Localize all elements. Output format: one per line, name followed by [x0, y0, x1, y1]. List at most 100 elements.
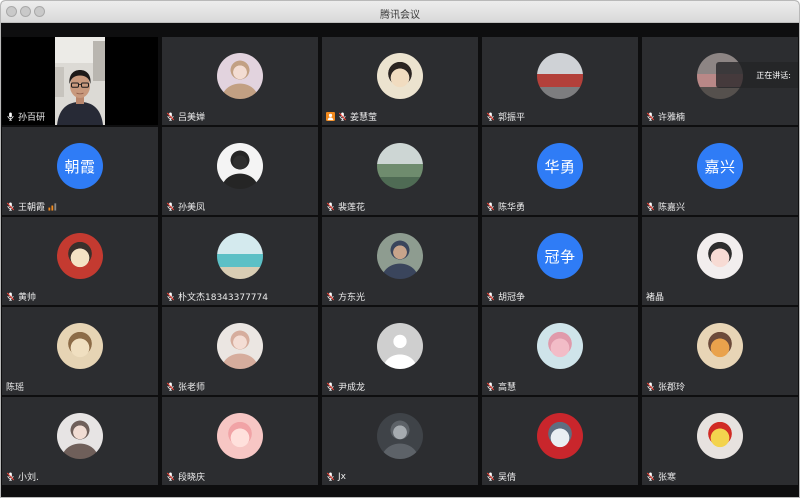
participant-name: 小刘. — [18, 473, 39, 483]
name-label: 高慧 — [486, 381, 517, 393]
participant-name: 方东光 — [338, 293, 366, 303]
portrait-photo-avatar — [217, 53, 263, 99]
landscape-photo-avatar — [217, 233, 263, 279]
landscape-photo-avatar — [377, 143, 423, 189]
name-label: 陈瑶 — [6, 381, 25, 393]
participant-name: 陈瑶 — [6, 383, 25, 393]
participant-tile[interactable]: 郭振平 — [482, 37, 638, 125]
participant-tile[interactable]: 张郡玲 — [642, 307, 798, 395]
participant-name: 段晓庆 — [178, 473, 206, 483]
initials-avatar: 朝霞 — [57, 143, 103, 189]
participant-name: 吴倩 — [498, 473, 517, 483]
cartoon-avatar — [377, 53, 423, 99]
name-label: 张寒 — [646, 471, 676, 483]
name-label: 王朝霞 — [6, 201, 57, 213]
mic-muted-icon — [646, 112, 655, 121]
participant-name: 裴莲花 — [338, 203, 366, 213]
participant-tile[interactable]: 朴文杰18343377774 — [162, 217, 318, 305]
mic-muted-icon — [326, 202, 335, 211]
participant-name: 黄帅 — [18, 293, 37, 303]
participant-name: 高慧 — [498, 383, 517, 393]
mic-muted-icon — [486, 382, 495, 391]
name-label: 陈嘉兴 — [646, 201, 685, 213]
participant-tile[interactable]: 段晓庆 — [162, 397, 318, 485]
participant-name: 陈华勇 — [498, 203, 526, 213]
participant-name: 许雅楠 — [658, 113, 686, 123]
participant-tile[interactable]: 华勇陈华勇 — [482, 127, 638, 215]
portrait-photo-avatar — [217, 323, 263, 369]
initials-avatar: 华勇 — [537, 143, 583, 189]
video-grid: 孙百研 吕美婵 姜慧莹 郭振平 许雅楠 朝霞 王朝霞 孙美凤 裴莲花 华勇 陈华勇 嘉兴 陈嘉兴 黄帅 朴文… — [2, 37, 798, 485]
mic-muted-icon — [486, 292, 495, 301]
mic-muted-icon — [166, 472, 175, 481]
name-label: 郭振平 — [486, 111, 525, 123]
cartoon-avatar — [537, 323, 583, 369]
mic-icon — [6, 112, 15, 121]
portrait-photo-avatar — [377, 233, 423, 279]
cartoon-avatar — [697, 323, 743, 369]
participant-tile[interactable]: 张寒 — [642, 397, 798, 485]
participant-tile[interactable]: 吕美婵 — [162, 37, 318, 125]
name-label: 张老师 — [166, 381, 206, 393]
participant-name: 张老师 — [178, 383, 206, 393]
mic-muted-icon — [6, 292, 15, 301]
initials-avatar: 冠争 — [537, 233, 583, 279]
participant-tile[interactable]: 嘉兴 陈嘉兴 — [642, 127, 798, 215]
participant-name: 吕美婵 — [178, 113, 206, 123]
participant-name: 王朝霞 — [18, 203, 46, 213]
participant-tile[interactable]: 冠争 胡冠争 — [482, 217, 638, 305]
mic-muted-icon — [326, 292, 335, 301]
participant-tile[interactable]: Jx — [322, 397, 478, 485]
participant-tile[interactable]: 高慧 — [482, 307, 638, 395]
participant-tile[interactable]: 吴倩 — [482, 397, 638, 485]
host-icon — [326, 112, 335, 121]
portrait-photo-avatar — [57, 413, 103, 459]
cartoon-avatar — [697, 233, 743, 279]
name-label: 褚晶 — [646, 291, 665, 303]
mic-muted-icon — [166, 292, 175, 301]
portrait-photo-avatar — [217, 143, 263, 189]
name-label: 吴倩 — [486, 471, 517, 483]
mic-muted-icon — [6, 472, 15, 481]
participant-name: 孙百研 — [18, 113, 46, 123]
participant-tile[interactable]: 陈瑶 — [2, 307, 158, 395]
participant-tile[interactable]: 小刘. — [2, 397, 158, 485]
participant-tile[interactable]: 黄帅 — [2, 217, 158, 305]
initials-avatar: 嘉兴 — [697, 143, 743, 189]
window-title: 腾讯会议 — [380, 10, 420, 21]
cartoon-avatar — [537, 413, 583, 459]
name-label: 孙百研 — [6, 111, 46, 123]
mic-muted-icon — [486, 202, 495, 211]
participant-tile[interactable]: 孙百研 — [2, 37, 158, 125]
name-label: 尹成龙 — [326, 381, 365, 393]
participant-name: 褚晶 — [646, 293, 665, 303]
participant-tile[interactable]: 姜慧莹 — [322, 37, 478, 125]
mic-muted-icon — [646, 472, 655, 481]
participant-name: Jx — [338, 471, 346, 482]
mic-muted-icon — [166, 382, 175, 391]
title-bar[interactable]: 腾讯会议 — [1, 1, 799, 23]
landscape-photo-avatar — [537, 53, 583, 99]
participant-tile[interactable]: 朝霞王朝霞 — [2, 127, 158, 215]
mic-muted-icon — [166, 112, 175, 121]
camera-feed — [55, 37, 105, 125]
mic-muted-icon — [486, 472, 495, 481]
mic-muted-icon — [486, 112, 495, 121]
participant-tile[interactable]: 裴莲花 — [322, 127, 478, 215]
name-label: 黄帅 — [6, 291, 37, 303]
speaking-label: 正在讲话: — [756, 70, 791, 80]
participant-tile[interactable]: 孙美凤 — [162, 127, 318, 215]
mic-muted-icon — [646, 382, 655, 391]
participant-name: 孙美凤 — [178, 203, 206, 213]
participant-tile[interactable]: 张老师 — [162, 307, 318, 395]
cartoon-avatar — [57, 323, 103, 369]
portrait-photo-avatar — [377, 413, 423, 459]
mic-muted-icon — [338, 112, 347, 121]
name-label: 吕美婵 — [166, 111, 206, 123]
cartoon-avatar — [697, 413, 743, 459]
participant-tile[interactable]: 尹成龙 — [322, 307, 478, 395]
participant-tile[interactable]: 方东光 — [322, 217, 478, 305]
participant-tile[interactable]: 褚晶 — [642, 217, 798, 305]
name-label: 朴文杰18343377774 — [166, 291, 268, 303]
mic-muted-icon — [646, 202, 655, 211]
